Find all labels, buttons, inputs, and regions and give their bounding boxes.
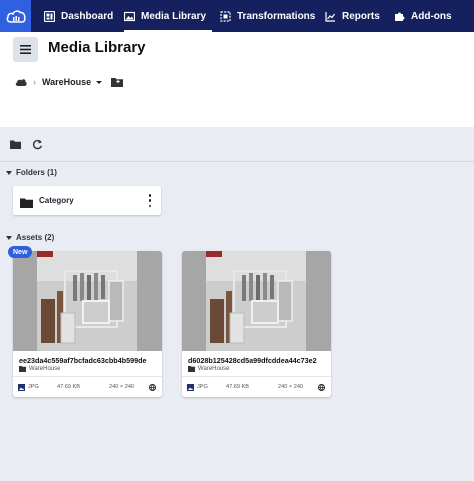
refresh-icon — [32, 139, 42, 149]
reports-icon — [325, 11, 336, 22]
asset-name: ee23da4c559af7bcfadc63cbb4b599de — [19, 356, 147, 365]
image-icon — [187, 384, 194, 391]
folder-name: Category — [39, 196, 74, 205]
refresh-button[interactable] — [30, 137, 44, 151]
hamburger-icon — [20, 45, 31, 54]
breadcrumb-current-folder[interactable]: WareHouse — [42, 77, 91, 87]
asset-size: 47.69 KB — [57, 384, 81, 390]
asset-meta: JPG 47.69 KB 240 × 240 — [13, 376, 162, 397]
folders-section-toggle[interactable]: Folders (1) — [6, 168, 57, 177]
top-navigation-bar: Dashboard Media Library Transformations … — [0, 0, 474, 32]
menu-toggle-button[interactable] — [13, 37, 38, 62]
folders-section-label: Folders (1) — [16, 168, 57, 177]
asset-folder: WareHouse — [188, 366, 229, 372]
globe-icon — [149, 383, 156, 391]
assets-section-toggle[interactable]: Assets (2) — [6, 233, 54, 242]
asset-preview-image — [13, 251, 162, 351]
nav-item-transformations[interactable]: Transformations — [220, 0, 315, 32]
nav-item-reports[interactable]: Reports — [325, 0, 380, 32]
asset-folder-name: WareHouse — [29, 366, 61, 372]
asset-folder: WareHouse — [19, 366, 60, 372]
caret-down-icon — [6, 235, 12, 240]
new-badge: New — [8, 246, 33, 258]
media-library-icon — [124, 11, 135, 22]
breadcrumb: › WareHouse — [15, 75, 124, 89]
nav-item-add-ons[interactable]: Add-ons — [394, 0, 452, 32]
asset-format: JPG — [28, 384, 39, 390]
asset-preview-image — [182, 251, 331, 351]
asset-size: 47.69 KB — [226, 384, 250, 390]
folder-icon — [20, 195, 33, 213]
dashboard-icon — [44, 10, 55, 22]
cloud-logo-icon — [6, 10, 26, 23]
puzzle-icon — [394, 11, 405, 22]
assets-section-label: Assets (2) — [16, 233, 55, 242]
cloudinary-logo[interactable] — [0, 0, 31, 32]
asset-thumbnail[interactable] — [182, 251, 331, 351]
folder-icon — [188, 366, 195, 372]
asset-card[interactable]: d6028b125428cd5a99dfcddea44c73e2 WareHou… — [182, 251, 331, 397]
image-icon — [18, 384, 25, 391]
nav-label-add-ons: Add-ons — [411, 10, 452, 22]
asset-dimensions: 240 × 240 — [278, 384, 304, 390]
content-toolbar — [0, 127, 474, 162]
folder-icon — [19, 366, 26, 372]
folder-card[interactable]: Category — [13, 186, 161, 215]
nav-label-transformations: Transformations — [237, 10, 316, 22]
asset-meta: JPG 47.69 KB 240 × 240 — [182, 376, 331, 397]
asset-dimensions: 240 × 240 — [109, 384, 135, 390]
page-header: Media Library › WareHouse — [0, 32, 474, 127]
breadcrumb-chevron-icon: › — [33, 77, 36, 87]
nav-label-reports: Reports — [342, 10, 380, 22]
transformations-icon — [220, 10, 231, 22]
caret-down-icon — [6, 170, 12, 175]
page-title: Media Library — [48, 39, 146, 56]
nav-label-media-library: Media Library — [141, 10, 207, 22]
globe-icon — [318, 383, 325, 391]
new-folder-icon[interactable] — [111, 77, 124, 87]
asset-thumbnail[interactable] — [13, 251, 162, 351]
nav-item-dashboard[interactable]: Dashboard — [44, 0, 113, 32]
nav-label-dashboard: Dashboard — [61, 10, 114, 22]
asset-card[interactable]: ee23da4c559af7bcfadc63cbb4b599de WareHou… — [13, 251, 162, 397]
folder-icon — [9, 140, 21, 149]
asset-name: d6028b125428cd5a99dfcddea44c73e2 — [188, 356, 317, 365]
asset-folder-name: WareHouse — [198, 366, 230, 372]
chevron-down-icon[interactable] — [96, 80, 103, 84]
cloud-icon[interactable] — [15, 78, 27, 86]
asset-format: JPG — [197, 384, 208, 390]
folder-view-button[interactable] — [8, 137, 22, 151]
nav-item-media-library[interactable]: Media Library — [124, 0, 213, 32]
more-options-icon[interactable] — [147, 194, 153, 207]
